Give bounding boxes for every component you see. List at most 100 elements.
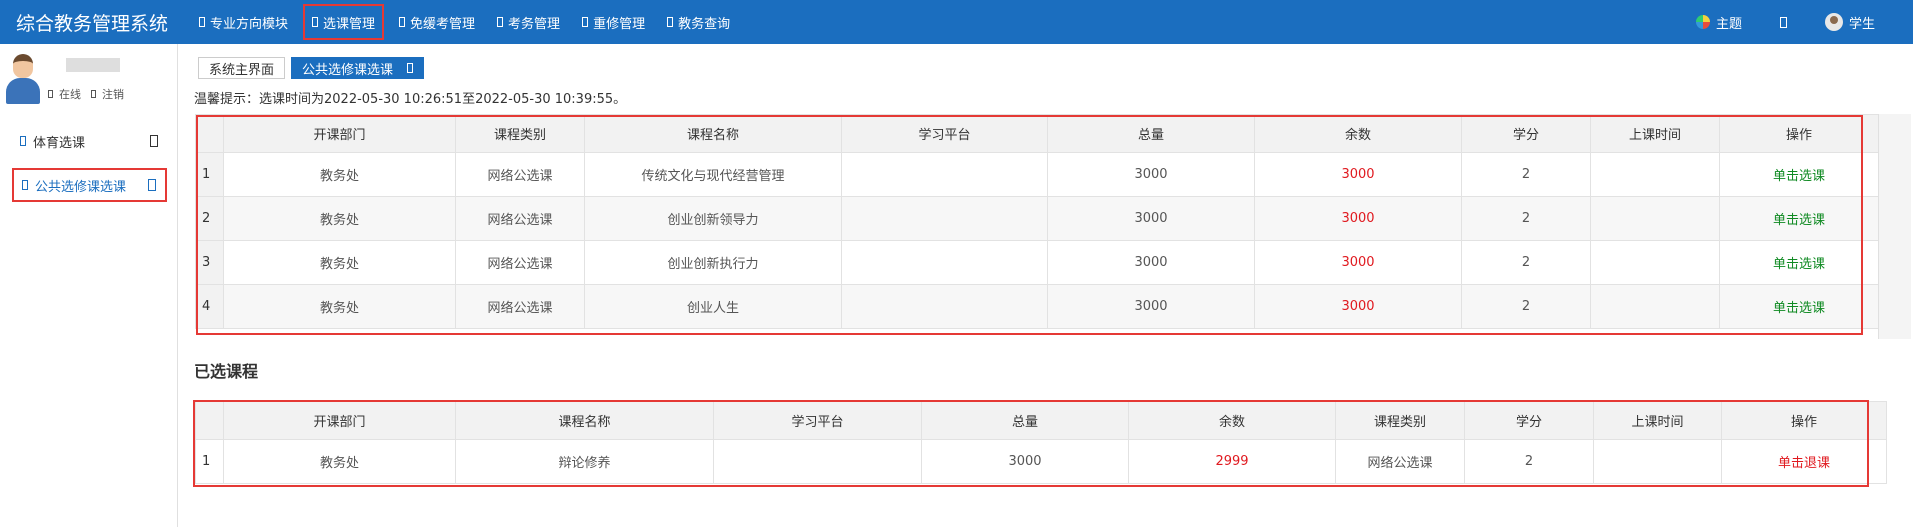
selected-courses-panel: 开课部门 课程名称 学习平台 总量 余数 课程类别 学分 上课时间 操作 1 教…: [195, 401, 1911, 501]
nav-item-major-module[interactable]: 专业方向模块: [188, 0, 299, 44]
user-menu[interactable]: 学生: [1824, 13, 1875, 32]
column-header[interactable]: 学习平台: [841, 114, 1048, 153]
cell-time: [1590, 196, 1720, 241]
select-course-link[interactable]: 单击选课: [1719, 196, 1879, 241]
column-header[interactable]: 开课部门: [223, 401, 456, 440]
table-row: 2 教务处 网络公选课 创业创新领导力 3000 3000 2 单击选课: [195, 196, 1879, 241]
online-label: 在线: [59, 88, 81, 101]
cell-platform: [841, 196, 1048, 241]
select-course-link[interactable]: 单击选课: [1719, 240, 1879, 285]
menu-icon: [199, 17, 205, 27]
cell-total: 3000: [1047, 152, 1255, 197]
cell-course-name: 辩论修养: [455, 439, 714, 484]
cell-total: 3000: [921, 439, 1129, 484]
nav-label: 考务管理: [508, 16, 561, 32]
sidebar-item-label: 公共选修课选课: [35, 179, 127, 195]
menu-icon: [497, 17, 504, 27]
column-header[interactable]: 总量: [1047, 114, 1255, 153]
table-header-row: 开课部门 课程名称 学习平台 总量 余数 课程类别 学分 上课时间 操作: [195, 401, 1887, 440]
column-header[interactable]: 操作: [1721, 401, 1887, 440]
column-header[interactable]: 操作: [1719, 114, 1879, 153]
nav-item-course-selection[interactable]: 选课管理: [301, 2, 386, 42]
selection-time-tip: 温馨提示：选课时间为2022-05-30 10:26:51至2022-05-30…: [194, 92, 627, 107]
menu-icon: [667, 17, 674, 27]
cell-category: 网络公选课: [455, 284, 585, 329]
table-row: 4 教务处 网络公选课 创业人生 3000 3000 2 单击选课: [195, 284, 1879, 329]
nav-item-exam-affairs[interactable]: 考务管理: [486, 0, 571, 44]
tab-public-elective[interactable]: 公共选修课选课: [291, 57, 425, 79]
cell-dept: 教务处: [223, 284, 456, 329]
nav-item-academic-query[interactable]: 教务查询: [656, 0, 741, 44]
cell-platform: [713, 439, 922, 484]
sidebar-item-public-elective[interactable]: 公共选修课选课: [12, 168, 167, 202]
user-avatar-icon: [1824, 13, 1843, 31]
cell-platform: [841, 152, 1048, 197]
avatar-body: [6, 78, 40, 104]
column-header[interactable]: 余数: [1254, 114, 1462, 153]
table-header-row: 开课部门 课程类别 课程名称 学习平台 总量 余数 学分 上课时间 操作: [195, 114, 1879, 153]
nav-item-exam-exemption[interactable]: 免缓考管理: [388, 0, 486, 44]
table-scrollbar[interactable]: [1878, 114, 1911, 339]
drop-course-link[interactable]: 单击退课: [1721, 439, 1887, 484]
cell-credit: 2: [1461, 240, 1591, 285]
column-header[interactable]: 课程名称: [455, 401, 714, 440]
nav-item-retake[interactable]: 重修管理: [571, 0, 656, 44]
cell-total: 3000: [1047, 196, 1255, 241]
cell-remaining: 3000: [1254, 284, 1462, 329]
avatar-head: [13, 54, 33, 78]
column-header[interactable]: 学分: [1461, 114, 1591, 153]
column-header[interactable]: 学习平台: [713, 401, 922, 440]
logout-link[interactable]: 注销: [102, 86, 124, 102]
user-avatar: [6, 54, 40, 104]
main-content: 系统主界面 公共选修课选课 温馨提示：选课时间为2022-05-30 10:26…: [179, 44, 1913, 527]
column-header[interactable]: 课程名称: [584, 114, 842, 153]
top-right-tools: 主题 学生: [1695, 0, 1913, 44]
cell-category: 网络公选课: [455, 240, 585, 285]
row-index: 1: [195, 439, 224, 484]
nav-label: 教务查询: [678, 16, 731, 32]
available-courses-table: 开课部门 课程类别 课程名称 学习平台 总量 余数 学分 上课时间 操作 1 教…: [195, 114, 1879, 329]
nav-label: 选课管理: [323, 16, 376, 32]
column-header[interactable]: 上课时间: [1590, 114, 1720, 153]
index-header: [195, 114, 224, 153]
index-header: [195, 401, 224, 440]
status-icon: [48, 90, 53, 98]
column-header[interactable]: 上课时间: [1593, 401, 1722, 440]
fullscreen-button[interactable]: [1779, 16, 1787, 28]
select-course-link[interactable]: 单击选课: [1719, 284, 1879, 329]
cell-platform: [841, 240, 1048, 285]
menu-icon: [22, 180, 28, 190]
row-index: 2: [195, 196, 224, 241]
main-nav: 专业方向模块 选课管理 免缓考管理 考务管理 重修管理 教务查询: [188, 0, 741, 44]
selected-courses-table: 开课部门 课程名称 学习平台 总量 余数 课程类别 学分 上课时间 操作 1 教…: [195, 401, 1887, 484]
column-header[interactable]: 开课部门: [223, 114, 456, 153]
column-header[interactable]: 余数: [1128, 401, 1336, 440]
page-tabs: 系统主界面 公共选修课选课: [198, 57, 430, 79]
cell-remaining: 3000: [1254, 240, 1462, 285]
nav-label: 专业方向模块: [210, 16, 289, 32]
cell-course-name: 创业创新领导力: [584, 196, 842, 241]
cell-time: [1593, 439, 1722, 484]
table-row: 3 教务处 网络公选课 创业创新执行力 3000 3000 2 单击选课: [195, 240, 1879, 285]
column-header[interactable]: 总量: [921, 401, 1129, 440]
close-icon[interactable]: [407, 63, 414, 73]
available-courses-panel: 开课部门 课程类别 课程名称 学习平台 总量 余数 学分 上课时间 操作 1 教…: [195, 114, 1911, 339]
row-index: 4: [195, 284, 224, 329]
column-header[interactable]: 学分: [1464, 401, 1594, 440]
select-course-link[interactable]: 单击选课: [1719, 152, 1879, 197]
row-index: 1: [195, 152, 224, 197]
menu-icon: [399, 17, 406, 27]
theme-button[interactable]: 主题: [1695, 13, 1742, 32]
tab-home[interactable]: 系统主界面: [198, 57, 286, 79]
user-label: 学生: [1848, 16, 1875, 32]
sidebar-item-pe-selection[interactable]: 体育选课: [12, 124, 167, 158]
menu-icon: [20, 136, 26, 146]
cell-remaining: 3000: [1254, 152, 1462, 197]
cell-category: 网络公选课: [455, 196, 585, 241]
row-index: 3: [195, 240, 224, 285]
cell-dept: 教务处: [223, 439, 456, 484]
column-header[interactable]: 课程类别: [455, 114, 585, 153]
app-title: 综合教务管理系统: [16, 12, 169, 35]
selected-courses-title: 已选课程: [194, 362, 259, 381]
column-header[interactable]: 课程类别: [1335, 401, 1465, 440]
